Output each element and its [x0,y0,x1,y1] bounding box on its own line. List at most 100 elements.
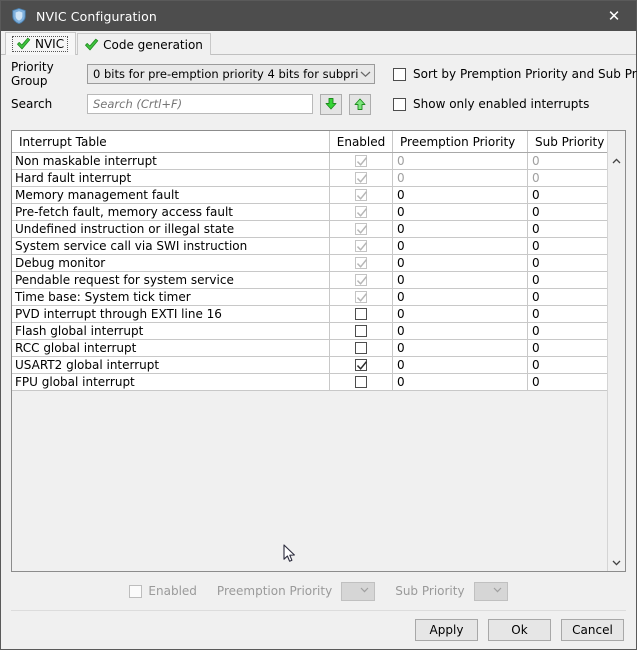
close-icon[interactable]: ✕ [592,1,636,31]
sub-priority-cell[interactable]: 0 [528,323,617,339]
table-scrollbar[interactable] [607,131,625,571]
sort-by-preemption-checkbox-row[interactable]: Sort by Premption Priority and Sub Prori… [393,62,637,86]
chevron-up-icon[interactable] [608,152,625,169]
table-row[interactable]: Flash global interrupt 0 0 [12,323,625,340]
preemption-priority-cell[interactable]: 0 [393,357,528,373]
preemption-priority-cell[interactable]: 0 [393,221,528,237]
enabled-cell[interactable] [330,306,393,322]
table-row[interactable]: Pre-fetch fault, memory access fault 0 0 [12,204,625,221]
checkbox-unchecked-icon[interactable] [355,376,367,388]
table-row[interactable]: USART2 global interrupt 0 0 [12,357,625,374]
checkbox-checked-icon[interactable] [355,206,368,218]
form-area: Priority Group 0 bits for pre-emption pr… [1,55,637,128]
checkbox-checked-icon[interactable] [355,172,368,184]
apply-button[interactable]: Apply [415,619,478,641]
interrupt-name-cell: Non maskable interrupt [12,153,330,169]
priority-group-select[interactable]: 0 bits for pre-emption priority 4 bits f… [87,64,375,84]
preemption-priority-cell[interactable]: 0 [393,272,528,288]
enabled-cell[interactable] [330,340,393,356]
enabled-cell[interactable] [330,323,393,339]
sub-priority-cell[interactable]: 0 [528,221,617,237]
table-row[interactable]: Debug monitor 0 0 [12,255,625,272]
checkbox-checked-icon[interactable] [355,223,368,235]
sub-priority-cell[interactable]: 0 [528,204,617,220]
checkbox-unchecked-icon[interactable] [355,325,367,337]
enabled-cell[interactable] [330,204,393,220]
checkbox-unchecked-icon[interactable] [355,342,367,354]
preemption-priority-cell[interactable]: 0 [393,289,528,305]
enabled-cell[interactable] [330,357,393,373]
checkbox-checked-icon[interactable] [355,359,368,371]
preemption-priority-cell[interactable]: 0 [393,153,528,169]
enabled-cell[interactable] [330,238,393,254]
preemption-priority-cell[interactable]: 0 [393,255,528,271]
sub-priority-cell[interactable]: 0 [528,153,617,169]
table-row[interactable]: FPU global interrupt 0 0 [12,374,625,391]
sub-priority-cell[interactable]: 0 [528,306,617,322]
enabled-cell[interactable] [330,170,393,186]
sub-priority-cell[interactable]: 0 [528,272,617,288]
preemption-priority-cell[interactable]: 0 [393,187,528,203]
table-row[interactable]: Time base: System tick timer 0 0 [12,289,625,306]
interrupt-name-cell: FPU global interrupt [12,374,330,390]
enabled-cell[interactable] [330,255,393,271]
checkbox-checked-icon[interactable] [355,274,368,286]
sub-priority-cell[interactable]: 0 [528,170,617,186]
table-row[interactable]: PVD interrupt through EXTI line 16 0 0 [12,306,625,323]
table-row[interactable]: Non maskable interrupt 0 0 [12,153,625,170]
search-next-button[interactable] [320,93,342,115]
checkbox-checked-icon[interactable] [355,155,368,167]
checkbox-checked-icon[interactable] [355,189,368,201]
table-row[interactable]: Memory management fault 0 0 [12,187,625,204]
sub-priority-cell[interactable]: 0 [528,255,617,271]
sub-priority-cell[interactable]: 0 [528,357,617,373]
table-row[interactable]: Undefined instruction or illegal state 0 0 [12,221,625,238]
preemption-priority-cell[interactable]: 0 [393,204,528,220]
show-only-enabled-checkbox-row[interactable]: Show only enabled interrupts [393,92,637,116]
preemption-priority-cell[interactable]: 0 [393,238,528,254]
preemption-priority-cell[interactable]: 0 [393,340,528,356]
search-label: Search [11,97,53,111]
interrupt-name-cell: Pre-fetch fault, memory access fault [12,204,330,220]
table-row[interactable]: RCC global interrupt 0 0 [12,340,625,357]
table-row[interactable]: Hard fault interrupt 0 0 [12,170,625,187]
table-row[interactable]: System service call via SWI instruction 0… [12,238,625,255]
tab-code-generation[interactable]: Code generation [77,33,211,55]
table-row[interactable]: Pendable request for system service 0 0 [12,272,625,289]
checkbox-checked-icon[interactable] [355,257,368,269]
sub-priority-cell[interactable]: 0 [528,238,617,254]
checkbox-checked-icon[interactable] [355,240,368,252]
tab-nvic[interactable]: NVIC [5,32,77,55]
search-input[interactable] [87,94,313,114]
enabled-cell[interactable] [330,289,393,305]
enabled-cell[interactable] [330,153,393,169]
enabled-cell[interactable] [330,272,393,288]
show-only-enabled-checkbox[interactable] [393,97,406,111]
interrupt-name-cell: Memory management fault [12,187,330,203]
table-body: Non maskable interrupt 0 0 Hard fault inter… [12,153,625,571]
search-prev-button[interactable] [349,93,371,115]
preemption-priority-cell[interactable]: 0 [393,306,528,322]
arrow-up-icon [353,97,367,111]
column-header-interrupt-table[interactable]: Interrupt Table [12,131,330,152]
column-header-preemption-priority[interactable]: Preemption Priority [393,131,528,152]
ok-button[interactable]: Ok [488,619,551,641]
checkbox-checked-icon[interactable] [355,291,368,303]
sub-priority-cell[interactable]: 0 [528,340,617,356]
cancel-button[interactable]: Cancel [561,619,624,641]
column-header-enabled[interactable]: Enabled [330,131,393,152]
column-header-sub-priority[interactable]: Sub Priority [528,131,617,152]
checkbox-unchecked-icon[interactable] [355,308,367,320]
enabled-cell[interactable] [330,221,393,237]
sort-by-preemption-checkbox[interactable] [393,67,406,81]
preemption-priority-cell[interactable]: 0 [393,323,528,339]
enabled-cell[interactable] [330,187,393,203]
sub-priority-cell[interactable]: 0 [528,187,617,203]
chevron-down-icon[interactable] [608,554,625,571]
preemption-priority-cell[interactable]: 0 [393,374,528,390]
sub-priority-cell[interactable]: 0 [528,289,617,305]
sub-priority-cell[interactable]: 0 [528,374,617,390]
preemption-priority-cell[interactable]: 0 [393,170,528,186]
green-check-icon [84,38,99,52]
enabled-cell[interactable] [330,374,393,390]
